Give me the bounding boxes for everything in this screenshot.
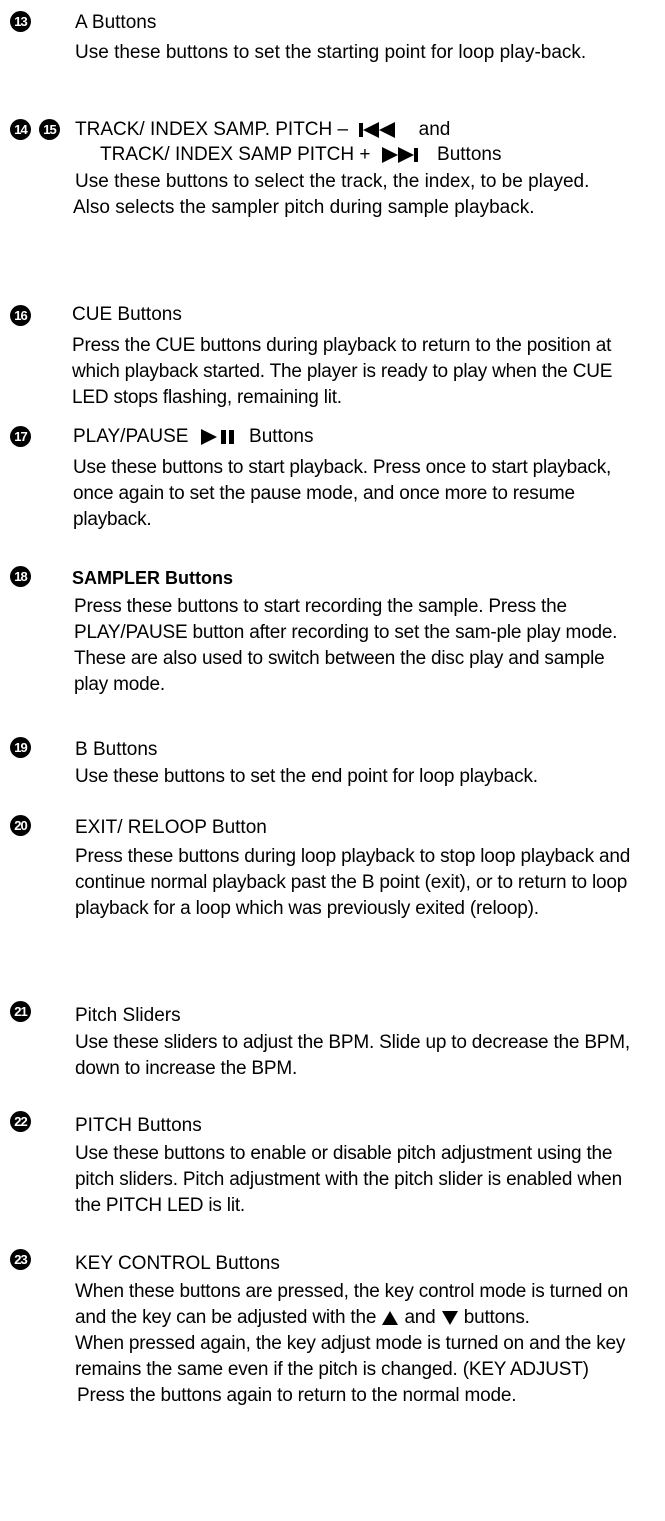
track-previous-icon: [359, 121, 396, 138]
entry-body: Press the CUE buttons during playback to…: [72, 333, 640, 411]
paragraph-text: buttons.: [463, 1307, 530, 1328]
entry-body: Use these buttons to start playback. Pre…: [73, 455, 640, 533]
up-triangle-icon: [382, 1310, 399, 1325]
paragraph: Use these buttons to enable or disable p…: [75, 1143, 622, 1216]
title-text: TRACK/ INDEX SAMP. PITCH –: [75, 119, 349, 140]
entry-title: PLAY/PAUSE Buttons: [73, 425, 313, 449]
entry-body: Use these buttons to enable or disable p…: [75, 1141, 643, 1219]
entry-title: Pitch Sliders: [75, 1005, 181, 1026]
entry-body: Use these buttons to set the end point f…: [75, 764, 645, 790]
entry-body: Press these buttons during loop playback…: [75, 844, 640, 922]
number-badge-20: 20: [10, 815, 31, 836]
entry-title-line-2: TRACK/ INDEX SAMP PITCH + Buttons: [100, 143, 501, 167]
paragraph: Press these buttons during loop playback…: [75, 846, 631, 919]
title-text: and: [418, 119, 451, 140]
paragraph: Use these buttons to select the track, t…: [75, 171, 590, 192]
number-badge-15: 15: [39, 119, 60, 140]
number-badge-14: 14: [10, 119, 31, 140]
paragraph: Press these buttons to start recording t…: [74, 596, 618, 695]
title-text: Buttons: [249, 426, 314, 447]
down-triangle-icon: [441, 1310, 458, 1325]
number-badge-18: 18: [10, 566, 31, 587]
entry-body: Use these buttons to select the track, t…: [73, 169, 640, 221]
paragraph: When these buttons are pressed, the key …: [75, 1279, 650, 1331]
paragraph-text: and: [404, 1307, 436, 1328]
paragraph: Use these buttons to set the starting po…: [75, 42, 587, 63]
paragraph: Press the CUE buttons during playback to…: [72, 335, 613, 408]
paragraph-text: When these buttons are pressed, the key …: [75, 1281, 629, 1328]
entry-title: PITCH Buttons: [75, 1115, 202, 1136]
entry-title-line-1: TRACK/ INDEX SAMP. PITCH – and: [75, 118, 450, 142]
number-badge-23: 23: [10, 1249, 31, 1270]
entry-body: Press these buttons to start recording t…: [74, 594, 640, 698]
entry-body: When these buttons are pressed, the key …: [75, 1279, 650, 1409]
title-text: TRACK/ INDEX SAMP PITCH +: [100, 144, 371, 165]
entry-title: B Buttons: [75, 739, 158, 760]
track-next-icon: [381, 146, 418, 163]
number-badge-16: 16: [10, 305, 31, 326]
play-pause-icon: [200, 428, 234, 445]
title-text: PLAY/PAUSE: [73, 426, 189, 447]
entry-body: Use these sliders to adjust the BPM. Sli…: [75, 1030, 640, 1082]
paragraph: When pressed again, the key adjust mode …: [75, 1333, 626, 1380]
number-badge-17: 17: [10, 426, 31, 447]
number-badge-22: 22: [10, 1111, 31, 1132]
entry-title: SAMPLER Buttons: [72, 568, 233, 588]
paragraph: Use these sliders to adjust the BPM. Sli…: [75, 1032, 630, 1079]
number-badge-13: 13: [10, 11, 31, 32]
entry-title: EXIT/ RELOOP Button: [75, 817, 267, 838]
paragraph: Use these buttons to set the end point f…: [75, 766, 538, 787]
paragraph: Press the buttons again to return to the…: [77, 1385, 517, 1406]
paragraph: Use these buttons to start playback. Pre…: [73, 457, 612, 530]
paragraph: Also selects the sampler pitch during sa…: [73, 197, 535, 218]
entry-title: CUE Buttons: [72, 304, 182, 325]
number-badge-19: 19: [10, 737, 31, 758]
title-text: Buttons: [437, 144, 502, 165]
entry-body: Use these buttons to set the starting po…: [75, 40, 635, 66]
number-badge-21: 21: [10, 1001, 31, 1022]
entry-title: KEY CONTROL Buttons: [75, 1253, 280, 1274]
entry-title: A Buttons: [75, 12, 157, 33]
